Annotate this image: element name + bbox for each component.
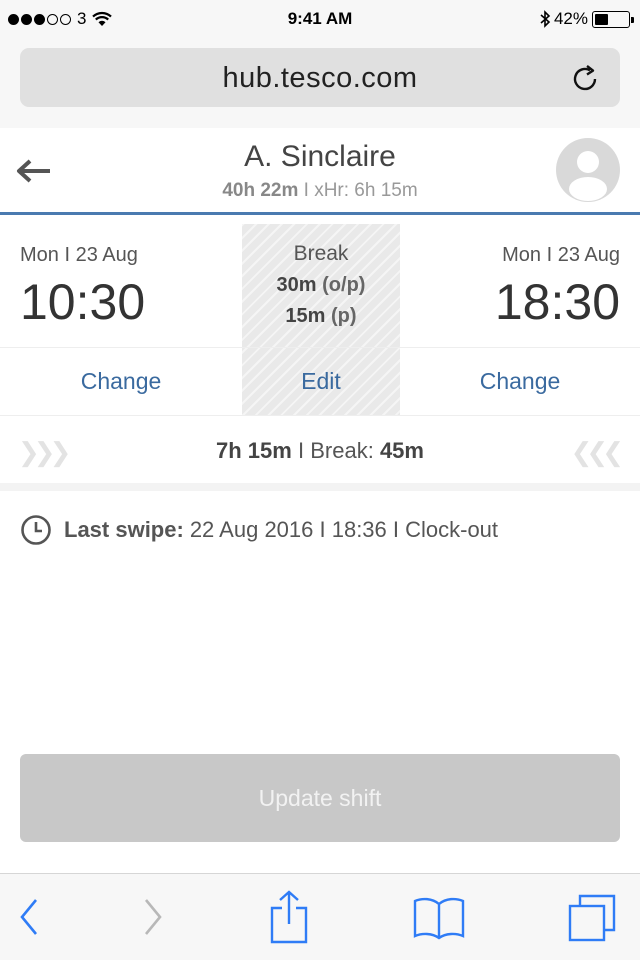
end-time: 18:30 [494,274,620,330]
avatar[interactable] [556,138,620,202]
end-date: Mon I 23 Aug [502,244,620,266]
last-swipe-label: Last swipe: [64,517,184,542]
start-time: 10:30 [20,274,146,330]
summary-break-label: Break: [310,438,374,463]
address-bar[interactable]: hub.tesco.com [20,48,620,107]
reload-icon[interactable] [568,62,602,96]
start-date: Mon I 23 Aug [20,244,138,266]
battery-icon [592,10,634,28]
browser-chrome: hub.tesco.com [0,40,640,128]
hours-extra: I xHr: 6h 15m [303,180,418,201]
back-icon[interactable] [14,894,44,940]
user-icon [569,151,607,201]
edit-break-button[interactable]: Edit [242,368,400,395]
battery-indicator: 42% [539,9,634,29]
employee-hours: 40h 22m I xHr: 6h 15m [0,180,640,202]
change-start-button[interactable]: Change [0,368,242,395]
bluetooth-icon [540,10,551,28]
summary-break-value: 45m [379,438,424,463]
summary-text: 7h 15m I Break: 45m [216,438,424,463]
employee-header: A. Sinclaire 40h 22m I xHr: 6h 15m [0,128,640,215]
shift-times-row: Mon I 23 Aug 10:30 Mon I 23 Aug 18:30 [0,224,640,348]
shift-actions-row: Change Edit Change [0,348,640,416]
battery-percent: 42% [553,9,588,28]
shift-start: Mon I 23 Aug 10:30 [20,244,145,331]
section-divider [0,483,640,491]
last-swipe: Last swipe: 22 Aug 2016 I 18:36 I Clock-… [20,514,498,546]
share-icon[interactable] [268,890,310,944]
tabs-icon[interactable] [566,892,618,944]
update-shift-button[interactable]: Update shift [20,754,620,842]
browser-toolbar [0,873,640,960]
employee-name: A. Sinclaire [244,140,396,173]
last-swipe-value: 22 Aug 2016 I 18:36 I Clock-out [189,517,499,542]
forward-icon[interactable] [138,894,168,940]
shift-duration: 7h 15m [216,438,292,463]
change-end-button[interactable]: Change [400,368,640,395]
bookmarks-icon[interactable] [412,896,466,940]
url-text: hub.tesco.com [222,62,418,94]
chevron-left-icon: ❮❮❮ [570,437,624,467]
hours-total: 40h 22m [222,180,299,201]
status-bar: 3 9:41 AM 42% [0,0,640,40]
shift-end: Mon I 23 Aug 18:30 [495,244,620,331]
clock-icon [21,515,51,545]
battery-level [595,13,608,25]
shift-summary: ❯❯❯ 7h 15m I Break: 45m ❮❮❮ [0,417,640,483]
